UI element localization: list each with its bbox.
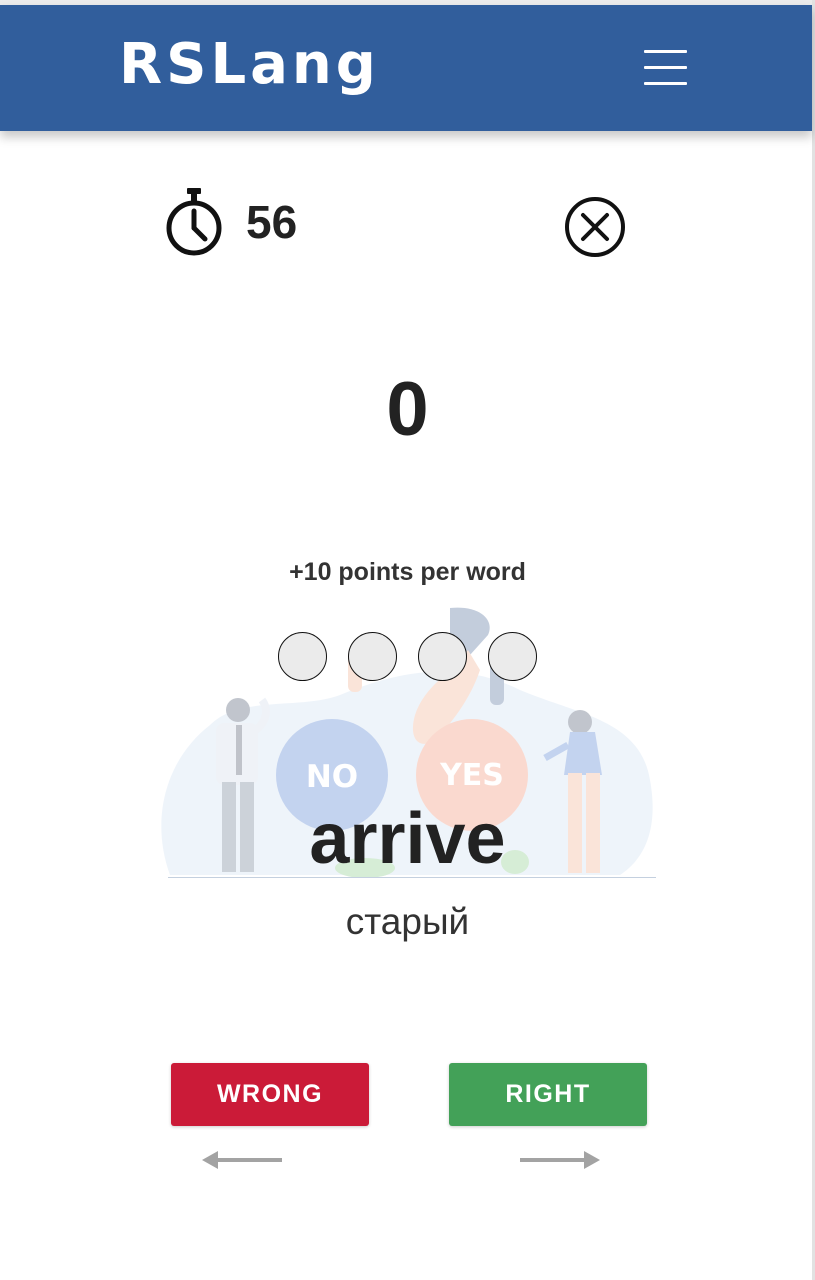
right-button[interactable]: RIGHT	[449, 1063, 647, 1126]
wrong-button[interactable]: WRONG	[171, 1063, 369, 1126]
close-circle-icon[interactable]	[563, 195, 627, 259]
illustration-yes-label: YES	[439, 758, 504, 793]
streak-dot	[418, 632, 467, 681]
illustration-no-label: NO	[306, 759, 358, 795]
score-value: 0	[386, 367, 429, 452]
points-per-word-text: +10 points per word	[289, 558, 526, 586]
app-header: RSLang	[0, 5, 812, 131]
brand-logo[interactable]: RSLang	[119, 32, 380, 98]
english-word: arrive	[309, 799, 506, 879]
translation-word: старый	[345, 901, 470, 942]
arrow-right-icon	[516, 1145, 602, 1175]
word-divider	[168, 877, 656, 878]
streak-dot	[278, 632, 327, 681]
timer-value: 56	[246, 196, 298, 248]
arrow-left-icon	[200, 1145, 286, 1175]
streak-dot	[348, 632, 397, 681]
streak-dot	[488, 632, 537, 681]
hamburger-menu-icon[interactable]	[641, 46, 689, 90]
stopwatch-icon	[163, 186, 225, 258]
sprint-game-page: RSLang 56 0 +10 points per word NO YES a…	[0, 0, 815, 1280]
